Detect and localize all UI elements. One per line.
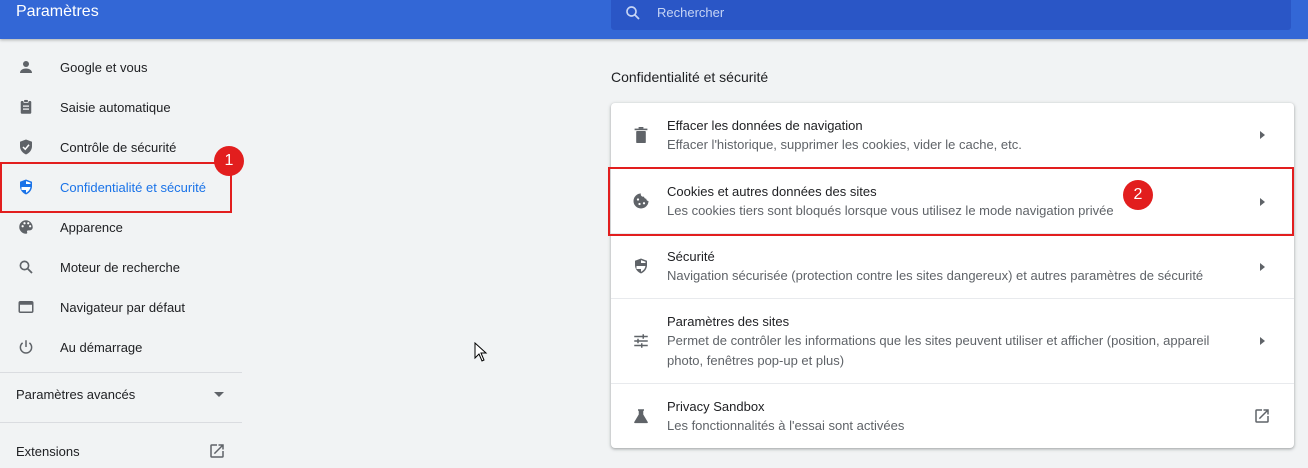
sidebar-item-appearance[interactable]: Apparence [0,207,242,247]
step-badge-2: 2 [1123,180,1153,210]
sidebar-item-label: Contrôle de sécurité [60,139,177,155]
extensions-link[interactable]: Extensions [16,444,226,459]
sidebar-item-label: Google et vous [60,59,148,75]
sidebar-item-label: Apparence [60,219,123,235]
row-description: Navigation sécurisée (protection contre … [667,268,1204,283]
row-clear-browsing-data[interactable]: Effacer les données de navigation Efface… [611,103,1294,168]
divider [0,422,242,423]
open-external-icon [210,444,224,458]
row-security[interactable]: Sécurité Navigation sécurisée (protectio… [611,233,1294,298]
row-description: Les fonctionnalités à l'essai sont activ… [667,418,905,433]
row-description: Permet de contrôler les informations que… [667,333,1210,368]
chevron-right-icon [1260,263,1265,271]
search-input[interactable] [657,0,1257,24]
row-title: Privacy Sandbox [667,399,765,414]
step-badge-1: 1 [214,146,244,176]
sidebar-item-safety-check[interactable]: Contrôle de sécurité [0,127,242,167]
advanced-settings-toggle[interactable]: Paramètres avancés [16,387,226,402]
open-external-icon [1255,409,1269,423]
divider [0,372,242,373]
row-title: Paramètres des sites [667,314,790,329]
sliders-icon [631,331,651,351]
chevron-right-icon [1260,337,1265,345]
section-title: Confidentialité et sécurité [611,69,769,85]
shield-check-icon [16,137,36,157]
trash-icon [631,125,651,145]
search-icon [626,6,640,20]
highlight-box-1 [0,162,232,213]
sidebar-item-default-browser[interactable]: Navigateur par défaut [0,287,242,327]
advanced-settings-label: Paramètres avancés [16,387,136,402]
person-icon [16,57,36,77]
sidebar-item-label: Saisie automatique [60,99,171,115]
mouse-cursor-icon [474,342,488,362]
power-icon [16,337,36,357]
privacy-card: Effacer les données de navigation Efface… [611,103,1294,448]
sidebar-item-label: Navigateur par défaut [60,299,186,315]
sidebar-item-google[interactable]: Google et vous [0,47,242,87]
row-site-settings[interactable]: Paramètres des sites Permet de contrôler… [611,298,1294,383]
browser-window-icon [16,297,36,317]
chevron-right-icon [1260,131,1265,139]
highlight-box-2 [608,167,1294,236]
chevron-down-icon [214,392,224,397]
sidebar-item-search-engine[interactable]: Moteur de recherche [0,247,242,287]
row-privacy-sandbox[interactable]: Privacy Sandbox Les fonctionnalités à l'… [611,383,1294,448]
top-bar: Paramètres [0,0,1308,39]
sidebar-item-label: Moteur de recherche [60,259,180,275]
app-title: Paramètres [16,3,99,20]
row-description: Effacer l'historique, supprimer les cook… [667,137,1022,152]
flask-icon [631,406,651,426]
search-icon [16,257,36,277]
sidebar-item-on-startup[interactable]: Au démarrage [0,327,242,367]
clipboard-icon [16,97,36,117]
palette-icon [16,217,36,237]
extensions-label: Extensions [16,444,80,459]
row-title: Sécurité [667,249,715,264]
search-box[interactable] [611,0,1291,30]
shield-icon [631,256,651,276]
sidebar-item-autofill[interactable]: Saisie automatique [0,87,242,127]
row-title: Effacer les données de navigation [667,118,863,133]
sidebar-item-label: Au démarrage [60,339,143,355]
sidebar: Google et vous Saisie automatique Contrô… [0,39,242,468]
